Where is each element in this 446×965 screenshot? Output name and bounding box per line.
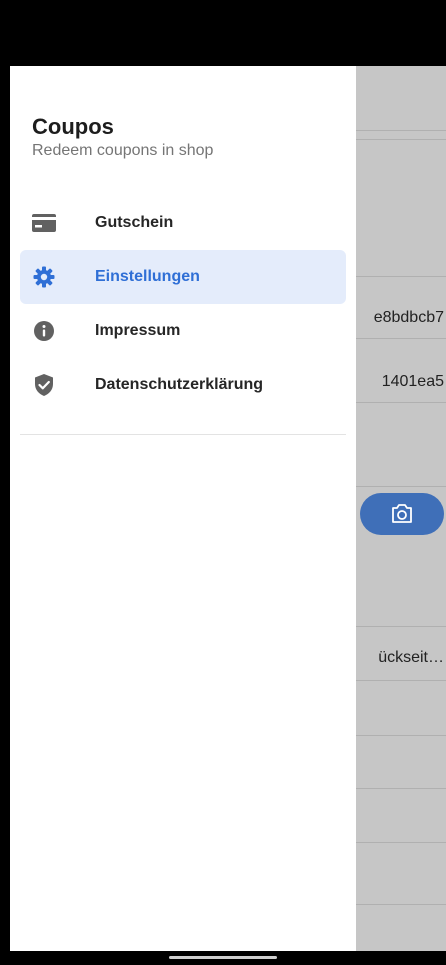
home-indicator[interactable]: [169, 956, 277, 959]
camera-icon: [392, 504, 412, 523]
menu-item-impressum[interactable]: Impressum: [20, 304, 346, 358]
menu-item-label: Einstellungen: [95, 268, 200, 285]
menu-item-label: Impressum: [95, 322, 181, 339]
background-text: ückseit…: [378, 649, 444, 666]
background-text: e8bdbcb7: [373, 309, 444, 326]
menu-item-label: Datenschutzerklärung: [95, 376, 264, 393]
menu-item-einstellungen[interactable]: Einstellungen: [20, 250, 346, 304]
navigation-bar: [0, 951, 446, 965]
menu-item-label: Gutschein: [95, 214, 174, 231]
card-icon: [32, 211, 56, 235]
drawer-title: Coupos: [32, 114, 114, 139]
gear-icon: [32, 265, 56, 289]
shield-icon: [32, 373, 56, 397]
menu-item-datenschutz[interactable]: Datenschutzerklärung: [20, 358, 346, 412]
status-bar: [0, 0, 446, 66]
menu-item-gutschein[interactable]: Gutschein: [20, 196, 346, 250]
camera-button[interactable]: [360, 493, 444, 535]
drawer-divider: [20, 434, 346, 435]
background-text: 1401ea5: [381, 373, 444, 390]
drawer-subtitle: Redeem coupons in shop: [32, 142, 214, 159]
navigation-drawer: Coupos Redeem coupons in shop Gutschein: [10, 66, 356, 951]
info-icon: [32, 319, 56, 343]
